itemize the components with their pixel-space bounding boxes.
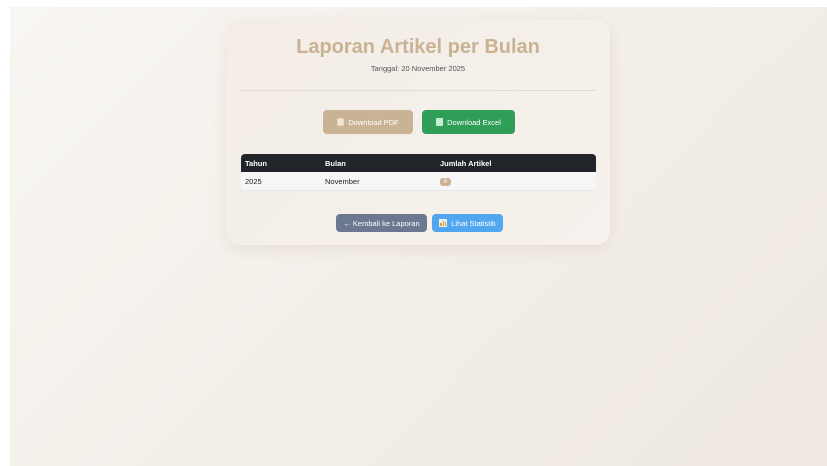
- count-badge: 6: [440, 178, 451, 186]
- download-pdf-label: Download PDF: [348, 117, 399, 127]
- bar-chart-icon: [439, 219, 448, 227]
- page-background: Laporan Artikel per Bulan Tanggal: 20 No…: [10, 7, 827, 466]
- column-header-bulan: Bulan: [325, 158, 346, 168]
- cell-bulan: November: [321, 172, 436, 191]
- download-pdf-button[interactable]: Download PDF: [323, 110, 413, 134]
- back-to-report-button[interactable]: ← Kembali ke Laporan: [336, 214, 427, 232]
- download-excel-button[interactable]: Download Excel: [422, 110, 515, 134]
- view-statistics-label: Lihat Statistik: [451, 218, 496, 228]
- column-header-tahun: Tahun: [245, 158, 267, 168]
- report-date: Tanggal: 20 November 2025: [370, 64, 466, 73]
- report-table: Tahun Bulan Jumlah Artikel 2025 November…: [241, 154, 596, 191]
- report-card: Laporan Artikel per Bulan Tanggal: 20 No…: [226, 20, 610, 245]
- document-icon: [337, 118, 345, 126]
- table-header-row: Tahun Bulan Jumlah Artikel: [241, 154, 596, 172]
- spreadsheet-icon: [436, 118, 444, 126]
- column-header-jumlah: Jumlah Artikel: [440, 158, 492, 168]
- download-excel-label: Download Excel: [447, 117, 501, 127]
- divider: [240, 90, 596, 91]
- cell-tahun: 2025: [241, 172, 321, 191]
- cell-jumlah: 6: [436, 172, 596, 191]
- page-title: Laporan Artikel per Bulan: [296, 36, 540, 58]
- table-row: 2025 November 6: [241, 172, 596, 191]
- view-statistics-button[interactable]: Lihat Statistik: [432, 214, 503, 232]
